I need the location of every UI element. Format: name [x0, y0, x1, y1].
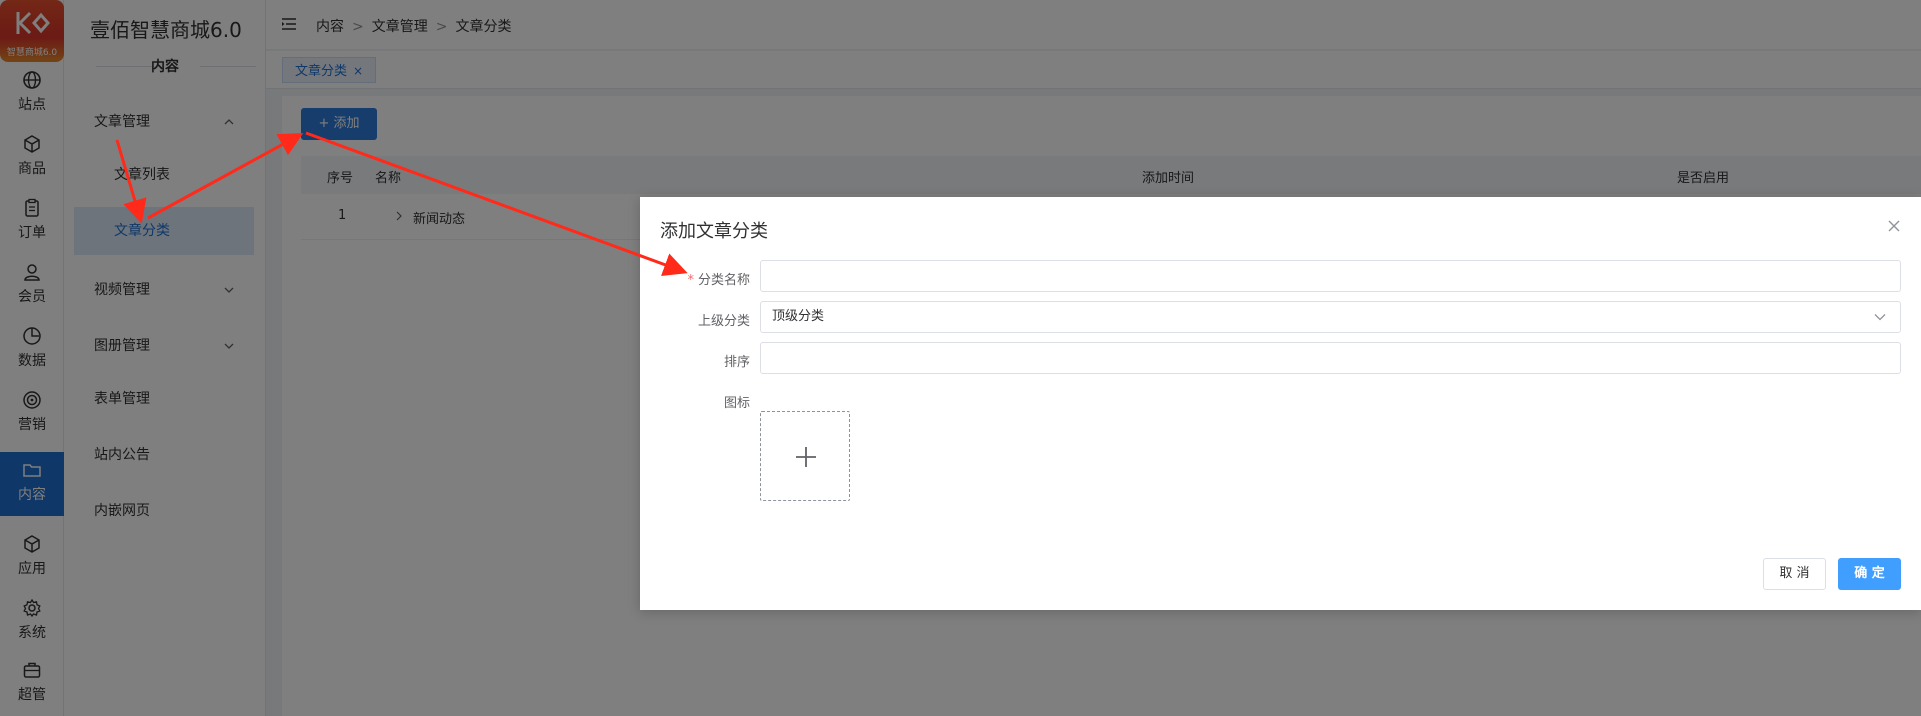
close-icon[interactable] — [1887, 219, 1901, 233]
icon-label: 图标 — [723, 396, 750, 411]
add-category-dialog: 添加文章分类 * 分类名称 上级分类 顶级分类 排序 图标 取 消 确 定 — [640, 197, 1921, 610]
parent-category-label: 上级分类 — [697, 314, 750, 329]
plus-icon — [796, 447, 816, 467]
cancel-button[interactable]: 取 消 — [1763, 558, 1826, 590]
category-name-input[interactable] — [760, 260, 1901, 292]
parent-category-select[interactable]: 顶级分类 — [760, 301, 1901, 333]
dialog-title: 添加文章分类 — [660, 221, 768, 242]
required-mark: * — [687, 273, 694, 288]
sort-input[interactable] — [760, 342, 1901, 374]
sort-label: 排序 — [723, 355, 750, 370]
parent-category-value: 顶级分类 — [772, 309, 825, 324]
field-label-text: 分类名称 — [697, 273, 750, 288]
icon-upload[interactable] — [760, 411, 850, 501]
chevron-down-icon — [1874, 314, 1886, 321]
category-name-label: * 分类名称 — [640, 269, 750, 288]
confirm-button[interactable]: 确 定 — [1838, 558, 1901, 590]
